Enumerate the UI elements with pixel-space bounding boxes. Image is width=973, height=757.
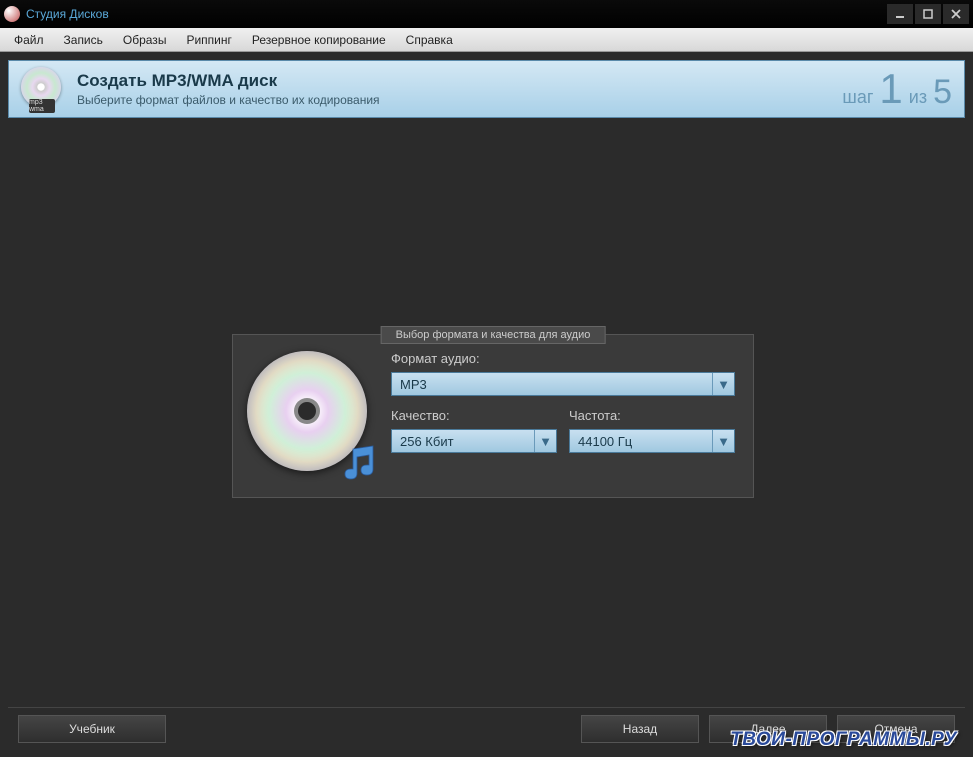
format-label: Формат аудио:	[391, 351, 735, 366]
maximize-button[interactable]	[915, 4, 941, 24]
frequency-dropdown[interactable]: 44100 Гц ▼	[569, 429, 735, 453]
music-note-icon	[339, 443, 379, 483]
header-text-block: Создать MP3/WMA диск Выберите формат фай…	[77, 71, 842, 107]
quality-label: Качество:	[391, 408, 557, 423]
close-button[interactable]	[943, 4, 969, 24]
menu-help[interactable]: Справка	[396, 30, 463, 50]
step-of: из	[909, 87, 927, 108]
disc-music-icon	[247, 351, 375, 479]
tutorial-button[interactable]: Учебник	[18, 715, 166, 743]
audio-format-panel: Выбор формата и качества для аудио Форма…	[232, 334, 754, 498]
fields-column: Формат аудио: MP3 ▼ Качество: 256 Кбит ▼	[391, 351, 735, 483]
app-window: Студия Дисков Файл Запись Образы Риппинг…	[0, 0, 973, 757]
chevron-down-icon: ▼	[712, 430, 734, 452]
freq-label: Частота:	[569, 408, 735, 423]
wizard-footer: Учебник Назад Далее Отмена	[8, 707, 965, 749]
menu-images[interactable]: Образы	[113, 30, 177, 50]
main-area: Выбор формата и качества для аудио Форма…	[8, 118, 965, 707]
wizard-header: mp3 wma Создать MP3/WMA диск Выберите фо…	[8, 60, 965, 118]
minimize-button[interactable]	[887, 4, 913, 24]
format-dropdown[interactable]: MP3 ▼	[391, 372, 735, 396]
maximize-icon	[923, 9, 933, 19]
close-icon	[951, 9, 961, 19]
menu-backup[interactable]: Резервное копирование	[242, 30, 396, 50]
freq-value: 44100 Гц	[578, 434, 632, 449]
menu-record[interactable]: Запись	[54, 30, 113, 50]
app-icon	[4, 6, 20, 22]
format-value: MP3	[400, 377, 427, 392]
window-title: Студия Дисков	[26, 7, 885, 21]
quality-value: 256 Кбит	[400, 434, 454, 449]
header-disc-icon: mp3 wma	[21, 67, 65, 111]
quality-dropdown[interactable]: 256 Кбит ▼	[391, 429, 557, 453]
cancel-button[interactable]: Отмена	[837, 715, 955, 743]
menu-file[interactable]: Файл	[4, 30, 54, 50]
content-area: mp3 wma Создать MP3/WMA диск Выберите фо…	[0, 52, 973, 757]
format-tag: mp3 wma	[29, 99, 55, 113]
step-total: 5	[933, 75, 952, 109]
step-current: 1	[879, 68, 902, 110]
panel-legend: Выбор формата и качества для аудио	[381, 326, 606, 344]
menu-ripping[interactable]: Риппинг	[176, 30, 241, 50]
menubar: Файл Запись Образы Риппинг Резервное коп…	[0, 28, 973, 52]
page-subtitle: Выберите формат файлов и качество их код…	[77, 93, 842, 107]
step-indicator: шаг 1 из 5	[842, 68, 952, 110]
page-title: Создать MP3/WMA диск	[77, 71, 842, 91]
minimize-icon	[895, 9, 905, 19]
next-button[interactable]: Далее	[709, 715, 827, 743]
titlebar: Студия Дисков	[0, 0, 973, 28]
chevron-down-icon: ▼	[712, 373, 734, 395]
window-controls	[885, 4, 969, 24]
chevron-down-icon: ▼	[534, 430, 556, 452]
step-word: шаг	[842, 87, 873, 108]
back-button[interactable]: Назад	[581, 715, 699, 743]
